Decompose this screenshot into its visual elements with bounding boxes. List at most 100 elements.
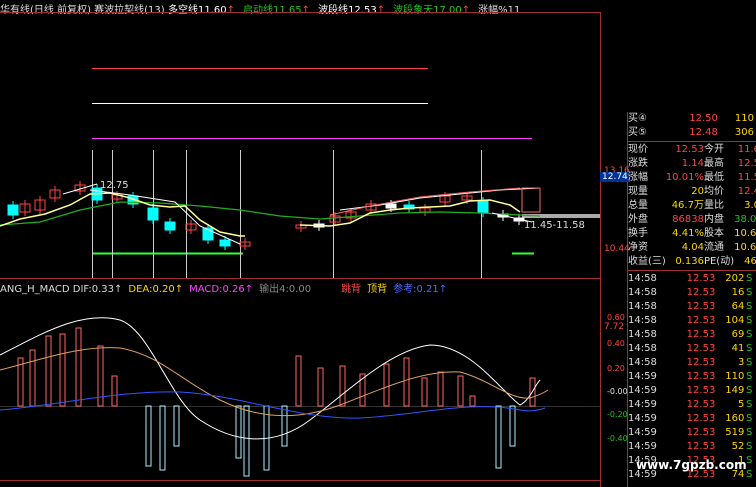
- tick-row[interactable]: 14:58 12.53 64 S: [628, 300, 754, 314]
- macd-name: ANG_H_MACD: [0, 284, 73, 295]
- tick-direction: S: [745, 413, 753, 424]
- macd-bar-positive: [469, 395, 476, 407]
- tick-row[interactable]: 14:58 12.53 3 S: [628, 356, 754, 370]
- range-label: 11.45-11.58: [524, 220, 585, 231]
- stat-label: 换手: [628, 228, 648, 239]
- ask-price: 12.50: [689, 113, 718, 124]
- ask-row[interactable]: 买④ 12.50 110: [628, 112, 754, 126]
- macd-bar-negative: [145, 405, 152, 467]
- tick-row[interactable]: 14:59 12.53 52 S: [628, 440, 754, 454]
- tick-time: 14:58: [628, 315, 657, 326]
- stat-value: 0.136: [675, 256, 704, 267]
- tick-time: 14:59: [628, 371, 657, 382]
- ask-label: 买⑤: [628, 127, 647, 138]
- tick-direction: S: [745, 273, 753, 284]
- ma-green-line: [0, 201, 541, 226]
- stat-value: 12.53: [737, 158, 756, 169]
- tick-time: 14:59: [628, 413, 657, 424]
- tick-volume: 160: [725, 413, 745, 424]
- tick-direction: S: [745, 287, 753, 298]
- macd-bar-negative: [281, 405, 288, 447]
- stat-value: 20: [691, 186, 704, 197]
- tick-direction: S: [745, 343, 753, 354]
- tick-time: 14:58: [628, 357, 657, 368]
- tick-volume: 52: [731, 441, 745, 452]
- stat-row: 现价 12.53今开 11.69: [628, 143, 756, 157]
- tick-price: 12.53: [686, 273, 716, 284]
- tick-row[interactable]: 14:58 12.53 16 S: [628, 286, 754, 300]
- candlesticks: [7, 181, 525, 250]
- macd-bar-positive: [339, 365, 346, 407]
- stat-label: 最高: [703, 158, 724, 169]
- tick-direction: S: [745, 427, 753, 438]
- tick-row[interactable]: 14:58 12.53 41 S: [628, 342, 754, 356]
- macd-bar-positive: [59, 333, 66, 407]
- tick-direction: S: [745, 371, 753, 382]
- macd-bar-positive: [383, 363, 390, 407]
- stat-value: 46.7万: [671, 200, 704, 211]
- macd-bar-positive: [111, 375, 118, 407]
- tick-row[interactable]: 14:59 12.53 160 S: [628, 412, 754, 426]
- ask-volume: 110: [734, 113, 754, 124]
- tick-price: 12.53: [686, 315, 716, 326]
- tick-time: 14:59: [628, 427, 657, 438]
- tick-volume: 3: [737, 357, 745, 368]
- tick-volume: 41: [731, 343, 745, 354]
- stat-value: 46.2: [744, 256, 756, 267]
- ask-table: 买④ 12.50 110 买⑤ 12.48 306: [628, 112, 754, 140]
- tick-row[interactable]: 14:59 12.53 110 S: [628, 370, 754, 384]
- macd-bar-negative: [159, 405, 166, 471]
- stat-label: 收益(三): [628, 256, 666, 267]
- macd-bar-positive: [29, 349, 36, 407]
- stat-label: 净资: [628, 242, 648, 253]
- tick-price: 12.53: [686, 357, 716, 368]
- tick-time: 14:59: [628, 441, 657, 452]
- dea-line: [0, 347, 549, 417]
- macd-value: MACD:0.26↑: [189, 284, 254, 295]
- tick-row[interactable]: 14:59 12.53 149 S: [628, 384, 754, 398]
- ticks-table[interactable]: 14:58 12.53 202 S 14:58 12.53 16 S 14:58 12.53 64 S…: [628, 272, 754, 482]
- stat-value: 10.6亿: [734, 228, 756, 239]
- stat-label: 股本: [703, 228, 724, 239]
- macd-axis-tick: -0.20: [607, 410, 628, 419]
- tick-row[interactable]: 14:58 12.53 202 S: [628, 272, 754, 286]
- stat-value: 11.58: [737, 172, 756, 183]
- tick-volume: 64: [731, 301, 745, 312]
- tick-direction: S: [745, 329, 753, 340]
- tick-volume: 69: [731, 329, 745, 340]
- stat-value: 3.09: [744, 200, 756, 211]
- stat-label: PE(动): [703, 256, 735, 267]
- tick-price: 12.53: [686, 413, 716, 424]
- tick-row[interactable]: 14:59 12.53 519 S: [628, 426, 754, 440]
- stat-row: 净资 4.04流通 10.6亿: [628, 241, 756, 255]
- stat-value: 10.01%: [665, 172, 704, 183]
- macd-bar-positive: [421, 377, 428, 407]
- macd-header: ANG_H_MACD DIF:0.33↑ DEA:0.20↑ MACD:0.26↑ 输…: [0, 280, 453, 295]
- tick-volume: 16: [731, 287, 745, 298]
- macd-axis-tick: -0.00: [607, 387, 628, 396]
- stats-table: 现价12.53今开11.69涨跌1.14最高12.53涨幅10.01%最低11.…: [628, 143, 756, 269]
- tick-row[interactable]: 14:58 12.53 104 S: [628, 314, 754, 328]
- tick-volume: 110: [725, 371, 745, 382]
- tick-price: 12.53: [686, 371, 716, 382]
- stat-row: 收益(三) 0.136PE(动) 46.2: [628, 255, 756, 269]
- stat-label: 涨幅: [628, 172, 648, 183]
- stat-row: 总量 46.7万量比 3.09: [628, 199, 756, 213]
- quote-divider: [628, 141, 756, 142]
- tick-direction: S: [745, 399, 753, 410]
- quote-divider: [628, 270, 756, 271]
- tick-direction: S: [745, 301, 753, 312]
- tick-volume: 5: [737, 399, 745, 410]
- macd-bar-positive: [437, 371, 444, 407]
- tick-direction: S: [745, 441, 753, 452]
- tick-row[interactable]: 14:59 12.53 5 S: [628, 398, 754, 412]
- tick-row[interactable]: 14:58 12.53 69 S: [628, 328, 754, 342]
- ask-row[interactable]: 买⑤ 12.48 306: [628, 126, 754, 140]
- stat-label: 今开: [703, 144, 724, 155]
- stat-value: 10.6亿: [734, 242, 756, 253]
- macd-bar-positive: [457, 375, 464, 407]
- stat-value: 1.14: [681, 158, 704, 169]
- macd-axis-tick: 0.60: [607, 313, 625, 322]
- tick-time: 14:59: [628, 399, 657, 410]
- tick-direction: S: [745, 357, 753, 368]
